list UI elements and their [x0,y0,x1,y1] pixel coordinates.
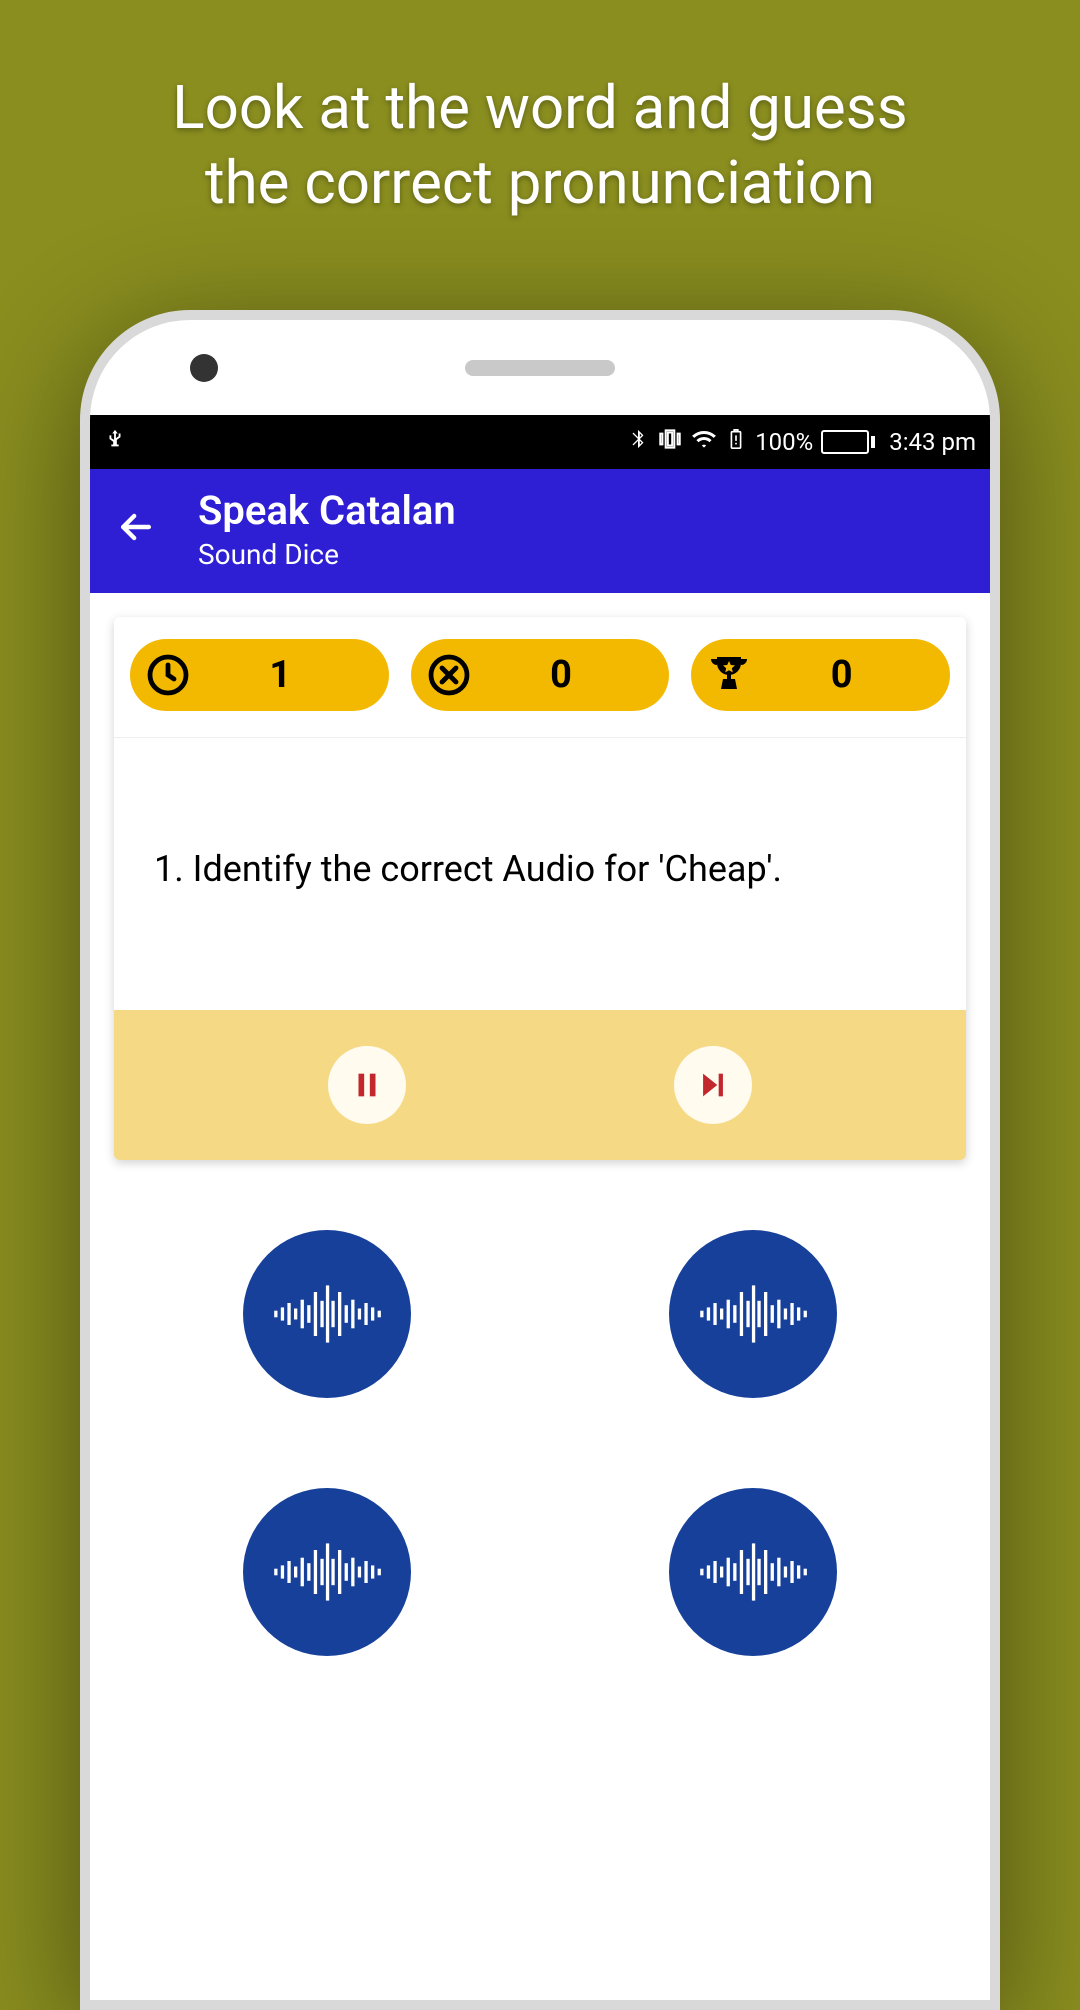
phone-mockup: 100% 3:43 pm Speak Catalan Sound Dice [80,310,1000,2010]
app-subtitle: Sound Dice [198,538,456,571]
audio-option-3[interactable] [243,1488,411,1656]
usb-icon [104,428,126,456]
audio-option-2[interactable] [669,1230,837,1398]
audio-options-grid [114,1230,966,1656]
audio-option-4[interactable] [669,1488,837,1656]
waveform-icon [698,1279,808,1349]
audio-option-1[interactable] [243,1230,411,1398]
battery-warn-icon [725,428,747,456]
phone-body: 100% 3:43 pm Speak Catalan Sound Dice [80,310,1000,2010]
status-bar: 100% 3:43 pm [90,415,990,469]
stat-score: 0 [691,639,950,711]
battery-percent: 100% [755,428,813,456]
waveform-icon [272,1537,382,1607]
stat-wrong: 0 [411,639,670,711]
x-circle-icon [425,651,473,699]
clock-time: 3:43 pm [889,428,976,456]
stat-score-value: 0 [753,653,930,697]
trophy-icon [705,651,753,699]
back-button[interactable] [114,505,158,553]
phone-speaker-slot [465,360,615,376]
wifi-icon [691,426,717,458]
promo-line-1: Look at the word and guess [172,72,907,143]
main-content: 1 0 0 1. Identify the [90,593,990,1680]
question-card: 1 0 0 1. Identify the [114,617,966,1160]
waveform-icon [272,1279,382,1349]
phone-camera-dot [190,354,218,382]
stat-time-value: 1 [192,653,369,697]
audio-controls [114,1010,966,1160]
next-button[interactable] [674,1046,752,1124]
stats-row: 1 0 0 [114,617,966,738]
waveform-icon [698,1537,808,1607]
stat-wrong-value: 0 [473,653,650,697]
stat-time: 1 [130,639,389,711]
question-text: 1. Identify the correct Audio for 'Cheap… [114,738,966,1010]
battery-icon [821,430,875,454]
bluetooth-icon [627,428,649,456]
app-bar: Speak Catalan Sound Dice [90,469,990,593]
pause-button[interactable] [328,1046,406,1124]
app-bar-titles: Speak Catalan Sound Dice [198,487,456,571]
app-title: Speak Catalan [198,487,456,534]
clock-icon [144,651,192,699]
promo-caption: Look at the word and guess the correct p… [0,0,1080,260]
promo-line-2: the correct pronunciation [205,147,875,218]
phone-top-bezel [90,320,990,415]
vibrate-icon [657,426,683,458]
